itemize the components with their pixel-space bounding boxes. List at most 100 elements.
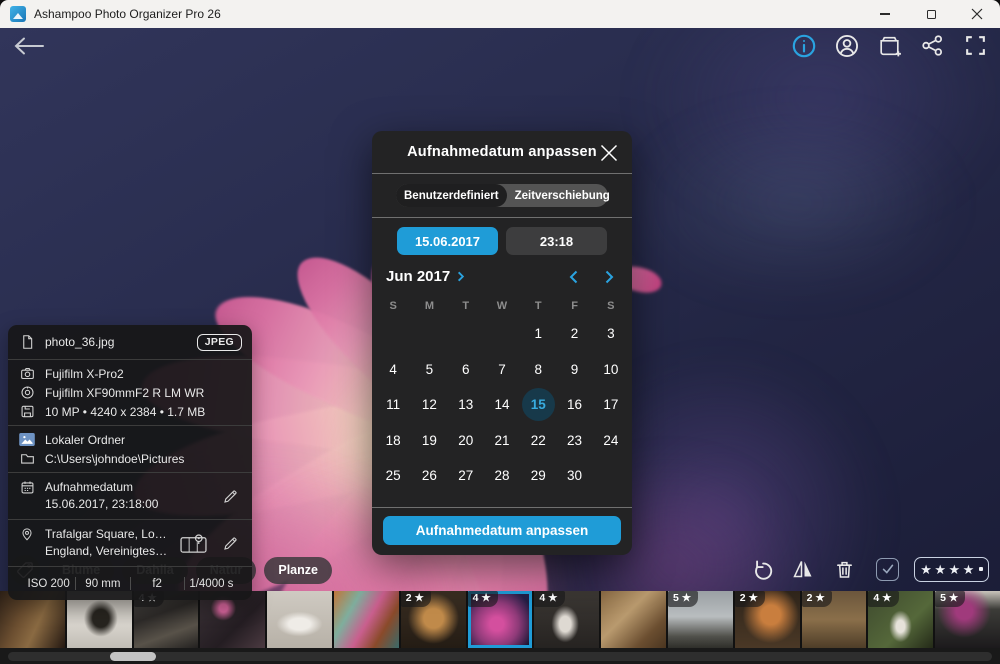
apply-date-button[interactable]: Aufnahmedatum anpassen bbox=[383, 516, 621, 545]
filmstrip-thumbnail[interactable] bbox=[267, 591, 332, 648]
calendar-day[interactable]: 16 bbox=[556, 387, 592, 423]
calendar-day-empty bbox=[448, 316, 484, 352]
flip-button[interactable] bbox=[790, 556, 816, 582]
calendar-day[interactable]: 23 bbox=[556, 423, 592, 459]
dialog-close-button[interactable] bbox=[595, 139, 623, 167]
calendar-day[interactable]: 25 bbox=[375, 458, 411, 494]
calendar-day[interactable]: 17 bbox=[593, 387, 629, 423]
filmstrip-thumbnail[interactable]: 4 ★ bbox=[868, 591, 933, 648]
calendar-day[interactable]: 1 bbox=[520, 316, 556, 352]
minimize-button[interactable] bbox=[862, 0, 908, 28]
capture-date-label: Aufnahmedatum bbox=[45, 479, 209, 496]
calendar-day[interactable]: 28 bbox=[484, 458, 520, 494]
calendar-day[interactable]: 20 bbox=[448, 423, 484, 459]
calendar-day[interactable]: 30 bbox=[556, 458, 592, 494]
user-account-button[interactable] bbox=[833, 32, 860, 59]
exif-value: 90 mm bbox=[76, 578, 129, 590]
filmstrip-thumbnail[interactable]: 2 ★ bbox=[802, 591, 867, 648]
select-checkbox[interactable] bbox=[876, 558, 899, 581]
filmstrip-thumbnail[interactable]: 5 ★ bbox=[668, 591, 733, 648]
delete-button[interactable] bbox=[831, 556, 857, 582]
filmstrip-thumbnail[interactable]: 5 ★ bbox=[935, 591, 1000, 648]
background-glow bbox=[630, 108, 960, 298]
filmstrip-thumbnail[interactable] bbox=[601, 591, 666, 648]
month-selector[interactable]: Jun 2017 bbox=[386, 268, 466, 285]
maximize-button[interactable] bbox=[908, 0, 954, 28]
tab-benutzerdefiniert[interactable]: Benutzerdefiniert bbox=[396, 184, 507, 207]
chevron-right-icon bbox=[455, 270, 466, 283]
map-icon bbox=[179, 532, 208, 555]
filmstrip-scrollbar-thumb[interactable] bbox=[110, 652, 156, 661]
trash-icon bbox=[833, 558, 856, 581]
titlebar: Ashampoo Photo Organizer Pro 26 bbox=[0, 0, 1000, 28]
calendar-day[interactable]: 3 bbox=[593, 316, 629, 352]
rating-chip: 2 ★ bbox=[401, 591, 431, 607]
calendar-day[interactable]: 5 bbox=[411, 352, 447, 388]
calendar-day[interactable]: 26 bbox=[411, 458, 447, 494]
close-window-button[interactable] bbox=[954, 0, 1000, 28]
capture-date-value: 15.06.2017, 23:18:00 bbox=[45, 496, 209, 513]
star-icon: ★ bbox=[963, 563, 975, 576]
calendar-day[interactable]: 18 bbox=[375, 423, 411, 459]
calendar-weekday: S bbox=[593, 300, 629, 312]
fullscreen-icon bbox=[963, 33, 988, 58]
chevron-right-icon bbox=[603, 269, 616, 285]
calendar-day[interactable]: 14 bbox=[484, 387, 520, 423]
app-logo-icon bbox=[10, 6, 26, 22]
calendar-day-empty bbox=[593, 458, 629, 494]
calendar-day[interactable]: 12 bbox=[411, 387, 447, 423]
show-on-map-button[interactable] bbox=[177, 532, 209, 555]
calendar-weekdays: SMTWTFS bbox=[372, 285, 632, 312]
previous-month-button[interactable] bbox=[567, 269, 580, 285]
calendar-day-selected[interactable]: 15 bbox=[520, 387, 556, 423]
close-icon bbox=[597, 141, 621, 165]
rotate-button[interactable] bbox=[749, 556, 775, 582]
calendar-day[interactable]: 22 bbox=[520, 423, 556, 459]
calendar-day[interactable]: 29 bbox=[520, 458, 556, 494]
calendar-day-empty bbox=[411, 316, 447, 352]
edit-date-button[interactable] bbox=[218, 488, 242, 505]
time-field[interactable]: 23:18 bbox=[506, 227, 607, 255]
calendar-day[interactable]: 10 bbox=[593, 352, 629, 388]
lens-model: Fujifilm XF90mmF2 R LM WR bbox=[45, 386, 242, 400]
calendar-day[interactable]: 27 bbox=[448, 458, 484, 494]
edit-location-button[interactable] bbox=[218, 535, 242, 552]
file-icon bbox=[18, 334, 36, 350]
filmstrip-thumbnail[interactable]: 4 ★ bbox=[534, 591, 599, 648]
calendar-day[interactable]: 2 bbox=[556, 316, 592, 352]
filmstrip-thumbnail[interactable]: 2 ★ bbox=[401, 591, 466, 648]
fullscreen-button[interactable] bbox=[962, 32, 989, 59]
next-month-button[interactable] bbox=[603, 269, 616, 285]
rotate-icon bbox=[750, 557, 775, 582]
calendar-day[interactable]: 8 bbox=[520, 352, 556, 388]
filmstrip-thumbnail-selected[interactable]: 4 ★ bbox=[468, 591, 533, 648]
tag-pill[interactable]: Planze bbox=[264, 557, 332, 584]
calendar-day[interactable]: 7 bbox=[484, 352, 520, 388]
calendar-day[interactable]: 6 bbox=[448, 352, 484, 388]
info-button[interactable] bbox=[790, 32, 817, 59]
calendar-day[interactable]: 13 bbox=[448, 387, 484, 423]
calendar-day[interactable]: 21 bbox=[484, 423, 520, 459]
date-field[interactable]: 15.06.2017 bbox=[397, 227, 498, 255]
file-info: 10 MP • 4240 x 2384 • 1.7 MB bbox=[45, 405, 242, 419]
filmstrip-zone: 4 ★2 ★4 ★4 ★5 ★2 ★2 ★4 ★5 ★ bbox=[0, 591, 1000, 664]
file-size-icon bbox=[18, 404, 36, 419]
filmstrip-thumbnail[interactable]: 2 ★ bbox=[735, 591, 800, 648]
calendar-day[interactable]: 19 bbox=[411, 423, 447, 459]
calendar-weekday: W bbox=[484, 300, 520, 312]
filmstrip-thumbnail[interactable] bbox=[334, 591, 399, 648]
calendar-weekday: T bbox=[448, 300, 484, 312]
share-button[interactable] bbox=[919, 32, 946, 59]
back-button[interactable] bbox=[12, 32, 50, 60]
source-section: Lokaler Ordner C:\Users\johndoe\Pictures bbox=[8, 425, 252, 472]
calendar-day[interactable]: 24 bbox=[593, 423, 629, 459]
add-to-album-button[interactable] bbox=[876, 32, 903, 59]
tab-zeitverschiebung[interactable]: Zeitverschiebung bbox=[507, 184, 618, 207]
exif-value: ISO 200 bbox=[22, 578, 75, 590]
calendar-day[interactable]: 4 bbox=[375, 352, 411, 388]
calendar-day[interactable]: 9 bbox=[556, 352, 592, 388]
calendar-day[interactable]: 11 bbox=[375, 387, 411, 423]
back-arrow-icon bbox=[12, 35, 46, 57]
date-time-fields: 15.06.2017 23:18 bbox=[372, 218, 632, 255]
rating-widget[interactable]: ★★★★ bbox=[914, 557, 989, 582]
